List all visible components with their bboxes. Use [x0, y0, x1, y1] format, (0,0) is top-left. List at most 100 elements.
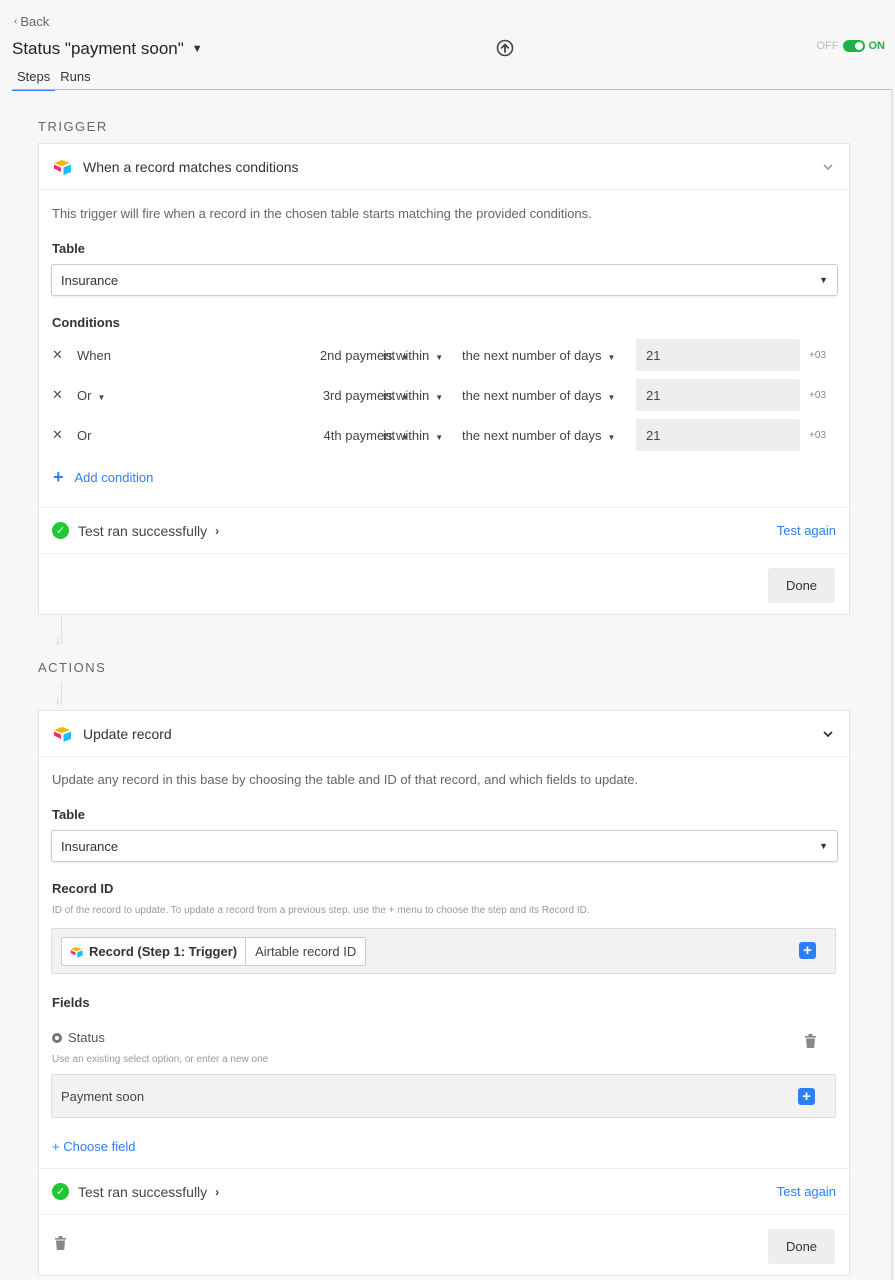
- caret-down-icon: ▼: [435, 432, 444, 442]
- record-id-token[interactable]: Record (Step 1: Trigger) Airtable record…: [61, 937, 367, 966]
- condition-value-input[interactable]: 21: [636, 419, 800, 451]
- trash-icon[interactable]: [805, 1034, 816, 1048]
- tab-runs[interactable]: Runs: [55, 68, 95, 91]
- field-status-help: Use an existing select option, or enter …: [52, 1054, 269, 1065]
- upload-icon[interactable]: [496, 39, 514, 57]
- trash-icon[interactable]: [55, 1236, 66, 1250]
- toggle-switch[interactable]: [842, 40, 865, 52]
- condition-conjunction: Or: [77, 387, 92, 403]
- remove-condition-icon[interactable]: ✕: [52, 347, 64, 363]
- condition-conjunction: Or: [77, 427, 92, 443]
- trigger-card-header[interactable]: When a record matches conditions: [39, 144, 849, 190]
- tab-bar: Steps Runs: [12, 68, 96, 91]
- token-step-label: Record (Step 1: Trigger): [89, 944, 238, 959]
- condition-value-input[interactable]: 21: [636, 379, 800, 411]
- trigger-table-value: Insurance: [61, 272, 119, 288]
- condition-mode-value: the next number of days: [462, 347, 602, 363]
- field-status-value: Payment soon: [61, 1088, 145, 1104]
- condition-operator-select[interactable]: is within ▼: [383, 348, 443, 363]
- caret-down-icon: ▼: [607, 392, 616, 402]
- insert-token-button[interactable]: +: [799, 942, 816, 959]
- remove-condition-icon[interactable]: ✕: [52, 427, 64, 443]
- chevron-right-icon[interactable]: ›: [215, 1185, 219, 1199]
- condition-conjunction: When: [77, 347, 111, 363]
- add-condition-button[interactable]: + Add condition: [53, 467, 153, 488]
- trigger-card: When a record matches conditions This tr…: [38, 143, 850, 615]
- condition-operator-select[interactable]: is within ▼: [383, 428, 443, 443]
- field-status: Status: [52, 1030, 105, 1045]
- record-id-label: Record ID: [52, 881, 114, 896]
- action-done-button[interactable]: Done: [768, 1229, 835, 1264]
- automation-toggle[interactable]: OFF ON: [816, 40, 885, 52]
- caret-down-icon: ▼: [607, 352, 616, 362]
- automation-title[interactable]: Status "payment soon" ▼: [12, 39, 203, 59]
- trigger-title: When a record matches conditions: [83, 158, 299, 175]
- add-condition-label: Add condition: [74, 470, 154, 485]
- choose-field-link[interactable]: + Choose field: [52, 1139, 135, 1154]
- condition-conjunction-select[interactable]: Or ▼: [77, 388, 105, 403]
- condition-mode-select[interactable]: the next number of days ▼: [462, 428, 615, 443]
- condition-row: ✕ Or 4th payment ▼ is within ▼ the next nu…: [52, 419, 842, 451]
- page-title: Status "payment soon": [12, 39, 184, 58]
- condition-row: ✕ Or ▼ 3rd payment ▼ is within ▼ the next n…: [52, 379, 842, 411]
- back-link[interactable]: ‹ Back: [14, 14, 49, 29]
- airtable-logo-icon: [70, 946, 83, 958]
- condition-mode-value: the next number of days: [462, 387, 602, 403]
- chevron-down-icon[interactable]: [821, 160, 835, 174]
- fields-label: Fields: [52, 995, 90, 1010]
- remove-condition-icon[interactable]: ✕: [52, 387, 64, 403]
- condition-mode-select[interactable]: the next number of days ▼: [462, 348, 615, 363]
- action-title: Update record: [83, 725, 172, 742]
- trigger-description: This trigger will fire when a record in …: [52, 206, 592, 221]
- chevron-right-icon[interactable]: ›: [215, 524, 219, 538]
- chevron-down-icon[interactable]: [821, 727, 835, 741]
- trigger-section-label: TRIGGER: [38, 119, 108, 134]
- caret-down-icon: ▼: [607, 432, 616, 442]
- tabs-divider: [12, 89, 891, 90]
- arrow-down-icon: ↓: [55, 633, 61, 647]
- field-status-label: Status: [68, 1030, 105, 1045]
- scrollbar[interactable]: [891, 89, 893, 1280]
- test-status-text[interactable]: Test ran successfully: [78, 1184, 207, 1200]
- timezone-label: +03: [809, 349, 826, 361]
- condition-operator-select[interactable]: is within ▼: [383, 388, 443, 403]
- caret-down-icon: ▼: [819, 275, 828, 285]
- airtable-logo-icon: [54, 726, 71, 742]
- caret-down-icon: ▼: [435, 392, 444, 402]
- test-again-link[interactable]: Test again: [777, 523, 836, 538]
- trigger-table-select[interactable]: Insurance ▼: [51, 264, 838, 296]
- tab-steps[interactable]: Steps: [12, 68, 56, 91]
- condition-mode-select[interactable]: the next number of days ▼: [462, 388, 615, 403]
- actions-section-label: ACTIONS: [38, 660, 107, 675]
- single-select-icon: [52, 1032, 62, 1043]
- arrow-down-icon: ↓: [55, 692, 61, 706]
- caret-down-icon: ▼: [435, 352, 444, 362]
- field-status-value-input[interactable]: Payment soon +: [51, 1074, 836, 1118]
- trigger-done-button[interactable]: Done: [768, 568, 835, 603]
- condition-row: ✕ When 2nd payment ▼ is within ▼ the next …: [52, 339, 842, 371]
- step-connector: [61, 682, 62, 706]
- condition-operator-value: is within: [383, 347, 430, 363]
- timezone-label: +03: [809, 389, 826, 401]
- trigger-footer: Done: [39, 553, 849, 615]
- test-status-text[interactable]: Test ran successfully: [78, 523, 207, 539]
- token-field-label: Airtable record ID: [255, 944, 357, 959]
- chevron-left-icon: ‹: [14, 16, 18, 27]
- record-id-input[interactable]: Record (Step 1: Trigger) Airtable record…: [51, 928, 836, 974]
- check-circle-icon: ✓: [52, 1183, 69, 1200]
- action-table-label: Table: [52, 807, 85, 822]
- action-card-header[interactable]: Update record: [39, 711, 849, 757]
- caret-down-icon: ▼: [97, 392, 106, 402]
- insert-token-button[interactable]: +: [798, 1088, 815, 1105]
- plus-icon: +: [53, 467, 64, 487]
- trigger-test-status: ✓ Test ran successfully › Test again: [39, 507, 849, 553]
- condition-value-input[interactable]: 21: [636, 339, 800, 371]
- toggle-off-label: OFF: [816, 40, 839, 52]
- trigger-table-label: Table: [52, 241, 85, 256]
- action-table-value: Insurance: [61, 838, 119, 854]
- test-again-link[interactable]: Test again: [777, 1184, 836, 1199]
- action-table-select[interactable]: Insurance ▼: [51, 830, 838, 862]
- airtable-logo-icon: [54, 159, 71, 175]
- condition-operator-value: is within: [383, 387, 430, 403]
- caret-down-icon: ▼: [819, 841, 828, 851]
